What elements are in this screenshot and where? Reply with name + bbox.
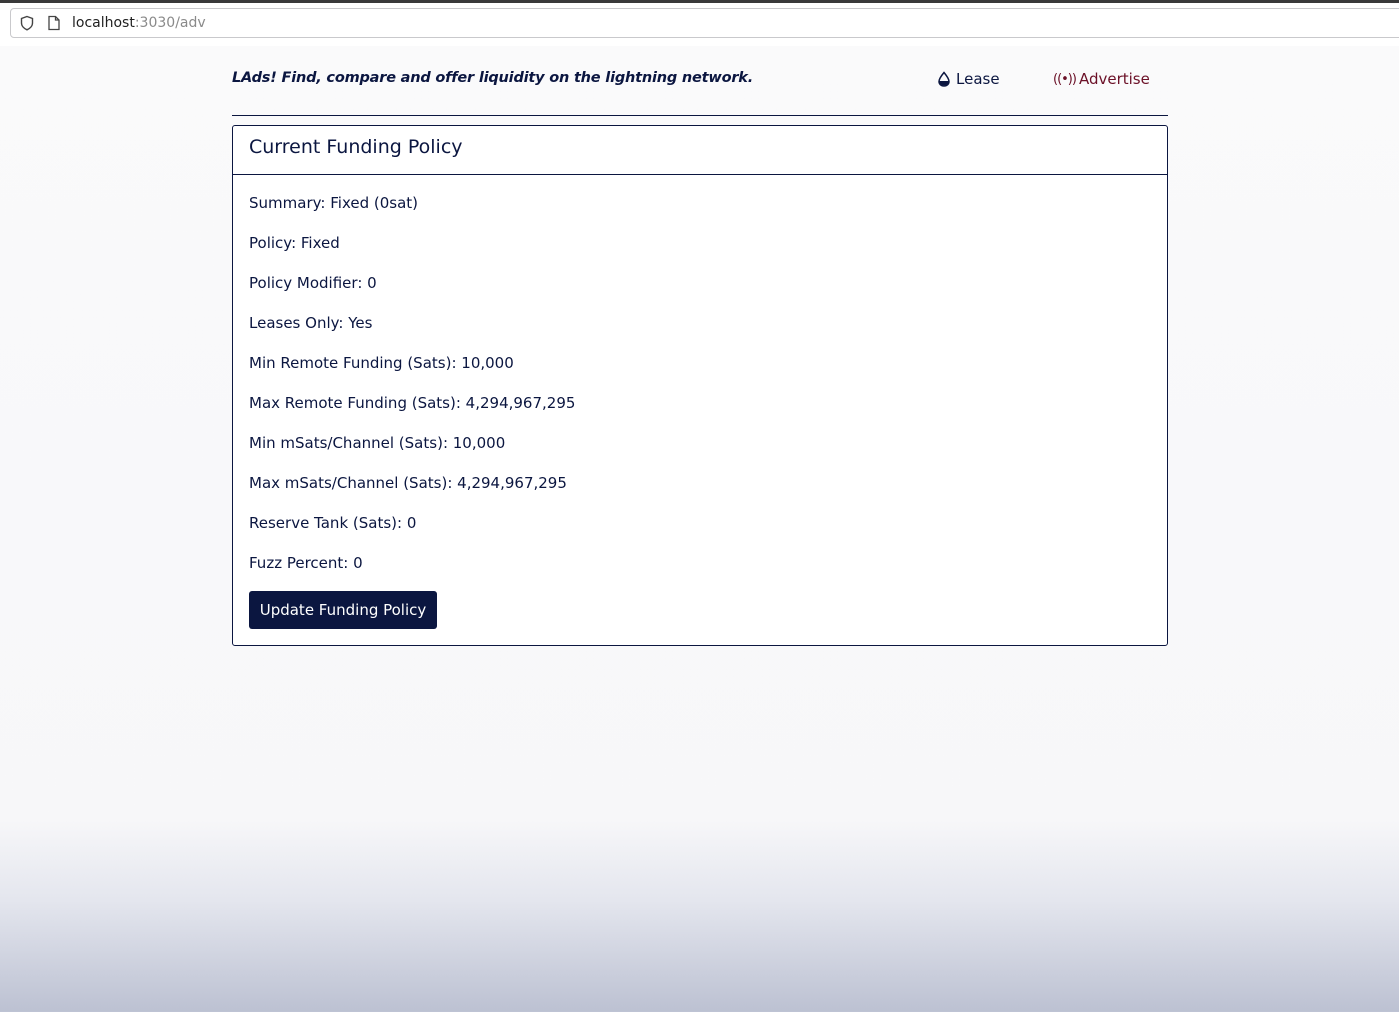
- page-icon: [48, 15, 60, 31]
- update-funding-policy-button[interactable]: Update Funding Policy: [249, 591, 437, 629]
- row-label: Summary: [249, 194, 321, 212]
- row-value: 4,294,967,295: [457, 474, 567, 492]
- policy-row-policy: Policy: Fixed: [249, 234, 340, 252]
- broadcast-icon: ((•)): [1053, 71, 1077, 87]
- row-label: Fuzz Percent: [249, 554, 344, 572]
- policy-row-leases-only: Leases Only: Yes: [249, 314, 373, 332]
- policy-row-summary: Summary: Fixed (0sat): [249, 194, 419, 212]
- nav-advertise-label: Advertise: [1078, 70, 1150, 88]
- policy-row-max-remote-funding: Max Remote Funding (Sats): 4,294,967,295: [249, 394, 576, 412]
- droplet-icon: [938, 71, 950, 87]
- row-label: Reserve Tank (Sats): [249, 514, 398, 532]
- address-bar[interactable]: localhost:3030/adv: [10, 8, 1399, 38]
- policy-row-min-remote-funding: Min Remote Funding (Sats): 10,000: [249, 354, 514, 372]
- row-value: 0: [367, 274, 377, 292]
- row-value: 0: [353, 554, 363, 572]
- row-value: Fixed (0sat): [330, 194, 419, 212]
- browser-top-edge: [0, 0, 1399, 3]
- site-header: LAds! Find, compare and offer liquidity …: [232, 68, 1168, 116]
- row-value: Fixed: [300, 234, 340, 252]
- funding-policy-card: Current Funding Policy Summary: Fixed (0…: [232, 125, 1168, 646]
- tagline: LAds! Find, compare and offer liquidity …: [232, 70, 754, 86]
- row-value: 10,000: [452, 434, 506, 452]
- card-title: Current Funding Policy: [249, 136, 463, 158]
- browser-toolbar: localhost:3030/adv: [0, 0, 1399, 46]
- row-label: Min mSats/Channel (Sats): [249, 434, 443, 452]
- row-label: Leases Only: [249, 314, 339, 332]
- row-label: Policy Modifier: [249, 274, 358, 292]
- nav-advertise-link[interactable]: ((•)) Advertise: [1053, 70, 1150, 88]
- policy-row-reserve-tank: Reserve Tank (Sats): 0: [249, 514, 417, 532]
- card-header: Current Funding Policy: [233, 126, 1167, 175]
- url-host: localhost: [72, 15, 135, 31]
- row-value: 0: [406, 514, 417, 532]
- shield-icon[interactable]: [19, 15, 35, 31]
- row-value: 4,294,967,295: [465, 394, 576, 412]
- policy-row-min-msats-channel: Min mSats/Channel (Sats): 10,000: [249, 434, 506, 452]
- policy-row-fuzz-percent: Fuzz Percent: 0: [249, 554, 363, 572]
- row-label: Min Remote Funding (Sats): [249, 354, 452, 372]
- url-text[interactable]: localhost:3030/adv: [72, 15, 206, 31]
- url-path: :3030/adv: [134, 15, 206, 31]
- nav-lease-label: Lease: [956, 70, 1000, 88]
- policy-row-max-msats-channel: Max mSats/Channel (Sats): 4,294,967,295: [249, 474, 567, 492]
- nav-lease-link[interactable]: Lease: [937, 70, 1000, 88]
- row-value: Yes: [348, 314, 373, 332]
- row-value: 10,000: [461, 354, 514, 372]
- row-label: Max mSats/Channel (Sats): [249, 474, 448, 492]
- row-label: Policy: [249, 234, 292, 252]
- policy-row-policy-modifier: Policy Modifier: 0: [249, 274, 377, 292]
- row-label: Max Remote Funding (Sats): [249, 394, 456, 412]
